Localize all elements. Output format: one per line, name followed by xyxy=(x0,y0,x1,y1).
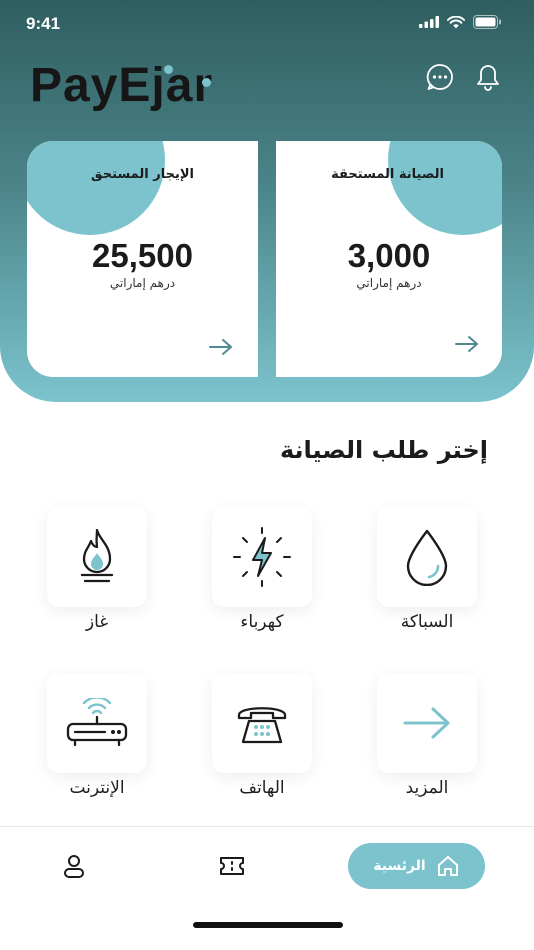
status-icons xyxy=(419,15,502,29)
service-plumbing-tile[interactable] xyxy=(377,507,477,607)
nav-home-label: الرئسية xyxy=(373,858,426,874)
card-currency: درهم إماراتي xyxy=(356,276,422,290)
maintenance-due-card[interactable]: الصيانة المستحقة 3,000 درهم إماراتي xyxy=(276,141,502,377)
lightning-icon xyxy=(233,527,291,587)
card-title: الصيانة المستحقة xyxy=(331,167,444,182)
battery-icon xyxy=(473,15,501,29)
arrow-right-icon[interactable] xyxy=(454,334,480,354)
water-drop-icon xyxy=(406,529,448,586)
logo-dot-1 xyxy=(164,65,173,74)
service-phone-tile[interactable] xyxy=(212,673,312,773)
gas-flame-icon xyxy=(80,528,114,583)
home-indicator xyxy=(193,922,343,928)
section-title: إختر طلب الصيانة xyxy=(279,436,488,464)
nav-divider xyxy=(0,826,534,827)
card-decoration xyxy=(27,141,165,235)
wifi-icon xyxy=(447,15,465,28)
app-logo: PayEjar xyxy=(30,58,213,113)
service-label-internet: الإنترنت xyxy=(69,778,125,798)
hero-header: 9:41 PayEjar الصيانة المستحقة 3,000 درهم… xyxy=(0,0,534,402)
card-currency: درهم إماراتي xyxy=(109,276,176,290)
arrow-right-icon[interactable] xyxy=(208,337,234,357)
card-amount: 25,500 xyxy=(92,237,193,274)
card-title: الإيجار المستحق xyxy=(91,167,194,182)
profile-icon[interactable] xyxy=(60,853,88,879)
router-icon xyxy=(66,698,128,747)
service-label-plumbing: السباكة xyxy=(400,612,454,632)
status-time: 9:41 xyxy=(26,14,61,33)
logo-dot-2 xyxy=(202,78,211,87)
service-label-phone: الهاتف xyxy=(239,778,285,798)
home-icon xyxy=(437,856,458,876)
service-electricity-tile[interactable] xyxy=(212,507,312,607)
rent-due-card[interactable]: الإيجار المستحق 25,500 درهم إماراتي xyxy=(27,141,258,377)
chat-icon[interactable] xyxy=(425,62,455,92)
service-label-electricity: كهرباء xyxy=(240,612,284,632)
service-label-more: المزيد xyxy=(405,778,449,798)
card-amount: 3,000 xyxy=(347,237,431,274)
arrow-right-icon xyxy=(403,707,450,739)
service-internet-tile[interactable] xyxy=(47,673,147,773)
cellular-signal-icon xyxy=(419,16,439,28)
service-gas-tile[interactable] xyxy=(47,507,147,607)
bell-icon[interactable] xyxy=(473,62,503,92)
nav-home-button[interactable]: الرئسية xyxy=(348,843,485,889)
logo-text: PayEjar xyxy=(30,59,214,112)
ticket-icon[interactable] xyxy=(218,853,246,879)
service-more-tile[interactable] xyxy=(377,673,477,773)
service-label-gas: غاز xyxy=(85,612,109,632)
card-decoration xyxy=(388,141,502,235)
telephone-icon xyxy=(237,707,287,744)
